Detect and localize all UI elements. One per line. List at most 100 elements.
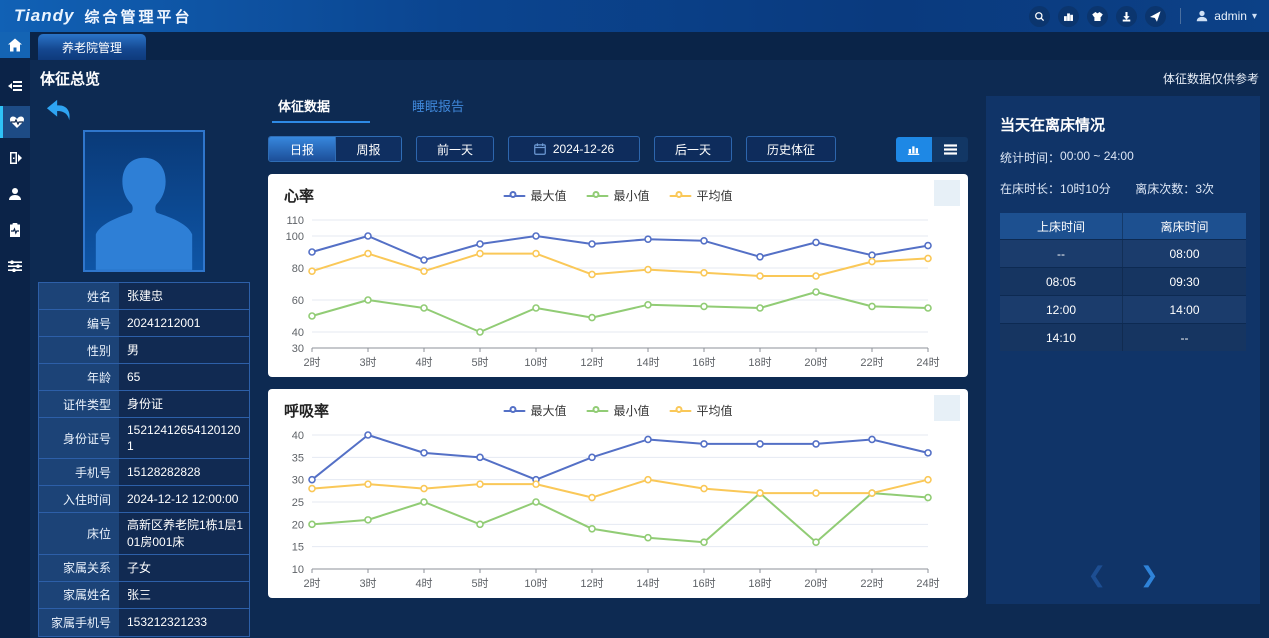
profile-panel: 姓名张建忠 编号20241212001 性别男 年龄65 证件类型身份证 身份证… bbox=[38, 96, 250, 637]
field-value: 15128282828 bbox=[119, 459, 249, 485]
tab-elder-care[interactable]: 养老院管理 bbox=[38, 34, 146, 60]
chart-view-icon[interactable] bbox=[896, 137, 932, 162]
field-value: 男 bbox=[119, 337, 249, 363]
daily-button[interactable]: 日报 bbox=[269, 137, 335, 161]
chart-legend: 最大值 最小值 平均值 bbox=[503, 402, 732, 419]
table-row: 14:10 -- bbox=[1000, 323, 1246, 351]
chart-title: 呼吸率 bbox=[284, 400, 329, 421]
next-day-button[interactable]: 后一天 bbox=[654, 136, 732, 162]
svg-text:10时: 10时 bbox=[524, 577, 547, 590]
sidebar-item-heart-pulse-icon[interactable] bbox=[0, 106, 30, 138]
svg-text:22时: 22时 bbox=[860, 577, 883, 590]
legend-item[interactable]: 最小值 bbox=[586, 402, 649, 419]
svg-text:16时: 16时 bbox=[692, 356, 715, 369]
legend-item[interactable]: 平均值 bbox=[670, 402, 733, 419]
chart-toolbox[interactable] bbox=[934, 180, 960, 206]
tabstrip: 养老院管理 bbox=[30, 32, 1269, 60]
list-view-icon[interactable] bbox=[932, 137, 968, 162]
svg-text:3时: 3时 bbox=[359, 577, 376, 590]
field-label: 证件类型 bbox=[39, 391, 119, 417]
weekly-button[interactable]: 周报 bbox=[335, 137, 401, 161]
legend-item[interactable]: 最大值 bbox=[503, 402, 566, 419]
svg-text:20: 20 bbox=[292, 519, 304, 531]
table-row: 家属姓名张三 bbox=[39, 582, 249, 609]
svg-text:2时: 2时 bbox=[303, 577, 320, 590]
sidebar-item-person-icon[interactable] bbox=[0, 178, 30, 210]
chart-title: 心率 bbox=[284, 185, 314, 206]
svg-text:5时: 5时 bbox=[471, 356, 488, 369]
table-row: 姓名张建忠 bbox=[39, 283, 249, 310]
leave-count-value: 3次 bbox=[1195, 182, 1214, 196]
next-page-icon[interactable]: ❯ bbox=[1140, 564, 1158, 586]
table-row: 身份证号152124126541201201 bbox=[39, 418, 249, 459]
svg-text:12时: 12时 bbox=[580, 356, 603, 369]
field-label: 手机号 bbox=[39, 459, 119, 485]
legend-item[interactable]: 平均值 bbox=[670, 187, 733, 204]
svg-text:5时: 5时 bbox=[471, 577, 488, 590]
field-value: 65 bbox=[119, 364, 249, 390]
prev-page-icon[interactable]: ❮ bbox=[1088, 564, 1106, 586]
back-arrow-icon[interactable] bbox=[44, 98, 74, 124]
history-button[interactable]: 历史体征 bbox=[746, 136, 836, 162]
chart-toolbox[interactable] bbox=[934, 395, 960, 421]
svg-text:4时: 4时 bbox=[415, 577, 432, 590]
prev-day-button[interactable]: 前一天 bbox=[416, 136, 494, 162]
field-value: 张建忠 bbox=[119, 283, 249, 309]
field-label: 年龄 bbox=[39, 364, 119, 390]
field-value: 153212321233 bbox=[119, 609, 249, 636]
sidebar-item-menu-list-icon[interactable] bbox=[0, 70, 30, 102]
table-row: 证件类型身份证 bbox=[39, 391, 249, 418]
stat-time-value: 00:00 ~ 24:00 bbox=[1060, 149, 1134, 166]
svg-text:15: 15 bbox=[292, 542, 304, 554]
cell: 14:10 bbox=[1000, 324, 1123, 351]
legend-item[interactable]: 最小值 bbox=[586, 187, 649, 204]
cell: 08:05 bbox=[1000, 268, 1123, 295]
bed-table: 上床时间 离床时间 -- 08:00 08:05 09:30 12:00 14:… bbox=[1000, 213, 1246, 351]
svg-text:25: 25 bbox=[292, 497, 304, 509]
sidebar-item-sliders-icon[interactable] bbox=[0, 250, 30, 282]
cell: 14:00 bbox=[1123, 296, 1246, 323]
bar-chart-icon[interactable] bbox=[1058, 6, 1079, 27]
date-picker[interactable]: 2024-12-26 bbox=[508, 136, 640, 162]
field-value: 20241212001 bbox=[119, 310, 249, 336]
table-row: 年龄65 bbox=[39, 364, 249, 391]
cell: 08:00 bbox=[1123, 240, 1246, 267]
field-value: 身份证 bbox=[119, 391, 249, 417]
page-title: 体征总览 bbox=[40, 68, 100, 89]
sidebar-item-door-exit-icon[interactable] bbox=[0, 142, 30, 174]
svg-text:16时: 16时 bbox=[692, 577, 715, 590]
home-icon[interactable] bbox=[0, 32, 30, 58]
tab-vital-data[interactable]: 体征数据 bbox=[272, 96, 370, 123]
svg-text:60: 60 bbox=[292, 295, 304, 307]
avatar bbox=[83, 130, 205, 272]
svg-text:24时: 24时 bbox=[916, 356, 939, 369]
svg-text:18时: 18时 bbox=[748, 577, 771, 590]
send-icon[interactable] bbox=[1145, 6, 1166, 27]
report-period-segmented: 日报 周报 bbox=[268, 136, 402, 162]
cell: 09:30 bbox=[1123, 268, 1246, 295]
chart-plot: 304060801001102时3时4时5时10时12时14时16时18时20时… bbox=[268, 212, 968, 377]
field-value: 2024-12-12 12:00:00 bbox=[119, 486, 249, 512]
legend-item[interactable]: 最大值 bbox=[503, 187, 566, 204]
top-header: Tiandy 综合管理平台 admin ▾ bbox=[0, 0, 1269, 32]
svg-text:20时: 20时 bbox=[804, 577, 827, 590]
svg-text:80: 80 bbox=[292, 263, 304, 275]
stat-time-label: 统计时间： bbox=[1000, 149, 1060, 166]
svg-text:100: 100 bbox=[286, 231, 304, 243]
field-label: 家属手机号 bbox=[39, 609, 119, 636]
bed-panel-title: 当天在离床情况 bbox=[1000, 114, 1246, 135]
shirt-icon[interactable] bbox=[1087, 6, 1108, 27]
svg-text:24时: 24时 bbox=[916, 577, 939, 590]
heart-rate-chart: 心率 最大值最小值平均值 304060801001102时3时4时5时10时12… bbox=[268, 174, 968, 377]
app-title: 综合管理平台 bbox=[84, 6, 192, 27]
download-icon[interactable] bbox=[1116, 6, 1137, 27]
search-icon[interactable] bbox=[1029, 6, 1050, 27]
bed-status-panel: 当天在离床情况 统计时间： 00:00 ~ 24:00 在床时长：10时10分 … bbox=[986, 96, 1260, 604]
tab-sleep-report[interactable]: 睡眠报告 bbox=[412, 96, 464, 121]
sidebar-item-clipboard-pulse-icon[interactable] bbox=[0, 214, 30, 246]
table-row: 床位高新区养老院1栋1层101房001床 bbox=[39, 513, 249, 554]
svg-text:35: 35 bbox=[292, 452, 304, 464]
respiratory-rate-chart: 呼吸率 最大值最小值平均值 101520253035402时3时4时5时10时1… bbox=[268, 389, 968, 598]
user-menu[interactable]: admin ▾ bbox=[1195, 9, 1257, 23]
svg-text:110: 110 bbox=[286, 215, 304, 227]
